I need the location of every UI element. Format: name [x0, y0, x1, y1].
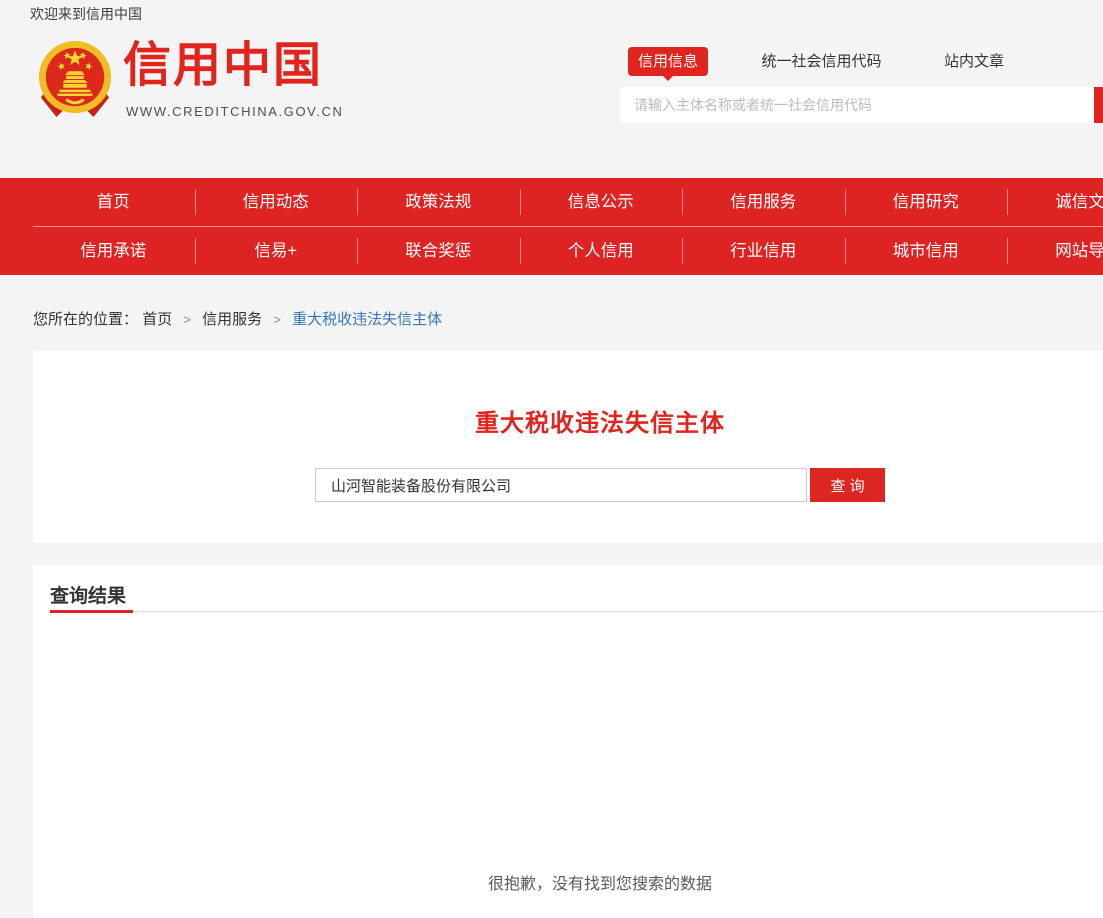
header-search-tabs: 信用信息 统一社会信用代码 站内文章 [620, 47, 1004, 77]
nav-row-1: 首页 信用动态 政策法规 信息公示 信用服务 信用研究 诚信文化 [32, 178, 1103, 226]
breadcrumb-prefix: 您所在的位置： [33, 311, 138, 328]
nav-item-joint-reward-punishment[interactable]: 联合奖惩 [357, 227, 520, 275]
tab-credit-info[interactable]: 信用信息 [628, 47, 708, 76]
breadcrumb-credit-services[interactable]: 信用服务 [202, 311, 262, 328]
nav-item-personal-credit[interactable]: 个人信用 [520, 227, 683, 275]
site-url: WWW.CREDITCHINA.GOV.CN [126, 104, 343, 119]
welcome-text: 欢迎来到信用中国 [30, 4, 142, 24]
breadcrumb-current-page[interactable]: 重大税收违法失信主体 [292, 311, 442, 328]
breadcrumb-home[interactable]: 首页 [142, 311, 172, 328]
tab-site-articles[interactable]: 站内文章 [944, 47, 1004, 76]
tab-unified-social-credit-code[interactable]: 统一社会信用代码 [761, 47, 881, 76]
results-heading-rule [50, 611, 1103, 612]
nav-item-city-credit[interactable]: 城市信用 [845, 227, 1008, 275]
nav-item-credit-news[interactable]: 信用动态 [195, 178, 358, 226]
nav-row-2: 信用承诺 信易+ 联合奖惩 个人信用 行业信用 城市信用 网站导航 [32, 227, 1103, 275]
results-panel: 查询结果 很抱歉，没有找到您搜索的数据 [33, 565, 1103, 918]
header-search [620, 87, 1103, 123]
site-header: 信用中国 WWW.CREDITCHINA.GOV.CN 信用信息 统一社会信用代… [0, 26, 1103, 178]
entity-search: 查 询 [315, 468, 885, 502]
nav-item-credit-plus[interactable]: 信易+ [195, 227, 358, 275]
header-search-button[interactable] [1094, 87, 1103, 123]
welcome-bar: 欢迎来到信用中国 [0, 0, 1103, 26]
nav-item-industry-credit[interactable]: 行业信用 [682, 227, 845, 275]
site-title[interactable]: 信用中国 [123, 40, 323, 93]
query-panel: 重大税收违法失信主体 查 询 [33, 351, 1103, 543]
nav-item-credit-research[interactable]: 信用研究 [845, 178, 1008, 226]
nav-item-sitemap[interactable]: 网站导航 [1007, 227, 1103, 275]
page-title: 重大税收违法失信主体 [33, 403, 1103, 438]
results-heading-accent [50, 610, 133, 613]
china-emblem-icon [38, 40, 112, 118]
nav-item-policies[interactable]: 政策法规 [357, 178, 520, 226]
header-search-input[interactable] [620, 87, 1094, 123]
results-heading: 查询结果 [50, 581, 126, 608]
nav-item-info-disclosure[interactable]: 信息公示 [520, 178, 683, 226]
breadcrumb: 您所在的位置： 首页 > 信用服务 > 重大税收违法失信主体 [33, 308, 442, 329]
breadcrumb-separator: > [273, 312, 281, 327]
nav-item-credit-commitment[interactable]: 信用承诺 [32, 227, 195, 275]
breadcrumb-separator: > [183, 312, 191, 327]
nav-item-credit-services[interactable]: 信用服务 [682, 178, 845, 226]
nav-item-home[interactable]: 首页 [32, 178, 195, 226]
national-emblem-logo[interactable] [38, 40, 112, 118]
nav-item-integrity-culture[interactable]: 诚信文化 [1007, 178, 1103, 226]
query-button[interactable]: 查 询 [810, 468, 885, 502]
entity-search-input[interactable] [315, 468, 807, 502]
main-nav: 首页 信用动态 政策法规 信息公示 信用服务 信用研究 诚信文化 信用承诺 信易… [0, 178, 1103, 275]
empty-results-message: 很抱歉，没有找到您搜索的数据 [33, 870, 1103, 894]
